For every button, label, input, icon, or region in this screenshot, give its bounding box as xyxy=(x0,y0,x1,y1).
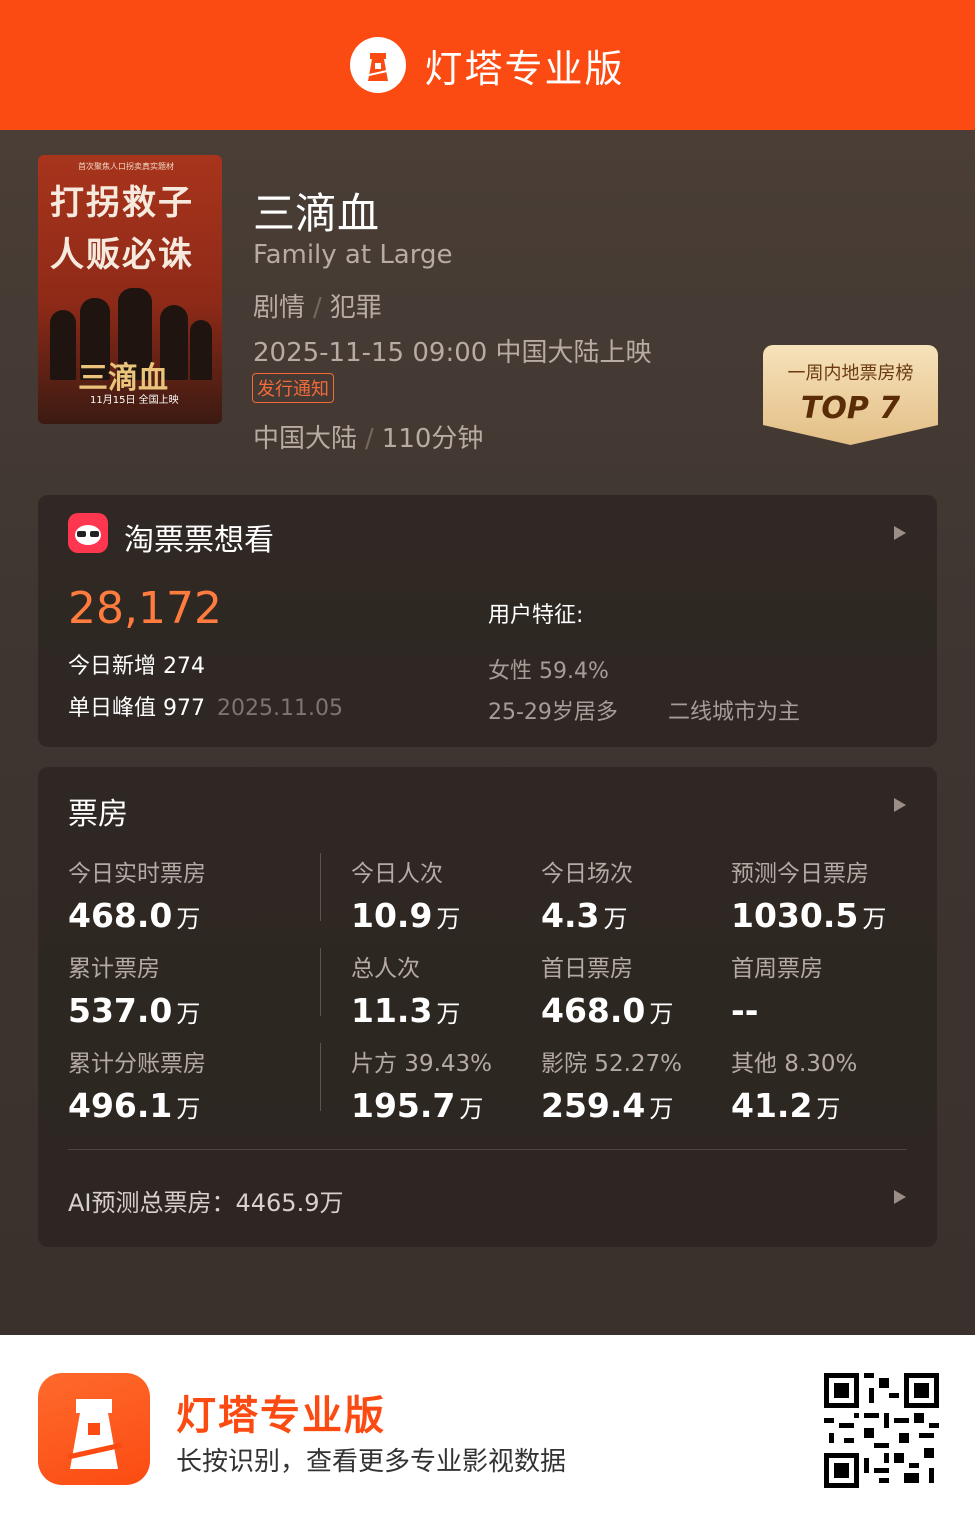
stat-total-admissions: 总人次 11.3 万 xyxy=(351,956,461,1030)
badge-label: 一周内地票房榜 xyxy=(787,363,914,384)
movie-region: 中国大陆 xyxy=(253,424,358,454)
ai-forecast-total[interactable]: AI预测总票房：4465.9万 xyxy=(68,1183,343,1218)
box-office-title: 票房 xyxy=(68,797,128,832)
divider xyxy=(320,948,321,1016)
user-gender: 女性 59.4% xyxy=(488,659,609,684)
poster-line2: 人贩必诛 xyxy=(50,235,194,275)
movie-region-duration: 中国大陆/110分钟 xyxy=(253,424,484,454)
taopiao-want-card[interactable]: 淘票票想看 28,172 今日新增 274 单日峰值 977 2025.11.05… xyxy=(38,495,937,747)
stat-today-screenings: 今日场次 4.3 万 xyxy=(541,861,633,935)
stat-today-realtime: 今日实时票房 468.0 万 xyxy=(68,861,206,935)
promo-footer: 灯塔专业版 长按识别，查看更多专业影视数据 xyxy=(0,1335,975,1522)
movie-genres: 剧情 / 犯罪 xyxy=(253,293,382,323)
stat-total-box-office: 累计票房 537.0 万 xyxy=(68,956,201,1030)
main-content: 首次聚焦人口拐卖真实题材 打拐救子 人贩必诛 三滴血 11月15日 全国上映 三… xyxy=(0,130,975,1335)
footer-app-name: 灯塔专业版 xyxy=(176,1393,386,1439)
stat-forecast-today: 预测今日票房 1030.5 万 xyxy=(731,861,887,935)
movie-english-title: Family at Large xyxy=(253,240,453,270)
movie-release: 2025-11-15 09:00 中国大陆上映 xyxy=(253,338,652,368)
stat-first-week: 首周票房 -- xyxy=(731,956,823,1030)
peak-date: 2025.11.05 xyxy=(217,696,343,721)
stat-producer-share: 片方 39.43% 195.7 万 xyxy=(351,1051,493,1125)
today-new: 今日新增 274 xyxy=(68,654,205,679)
divider xyxy=(320,1043,321,1111)
badge-rank: TOP 7 xyxy=(800,391,901,426)
peak-value: 单日峰值 977 xyxy=(68,696,205,721)
chevron-right-icon[interactable] xyxy=(894,798,906,812)
daily-peak: 单日峰值 977 2025.11.05 xyxy=(68,690,343,722)
user-city: 二线城市为主 xyxy=(668,700,801,725)
taopiao-icon xyxy=(68,513,108,553)
taopiao-title: 淘票票想看 xyxy=(124,523,274,558)
divider xyxy=(68,1149,907,1150)
movie-poster[interactable]: 首次聚焦人口拐卖真实题材 打拐救子 人贩必诛 三滴血 11月15日 全国上映 xyxy=(38,155,222,424)
user-age: 25-29岁居多 xyxy=(488,700,618,725)
qr-code-icon[interactable] xyxy=(824,1373,939,1488)
lighthouse-app-icon xyxy=(38,1373,150,1485)
chevron-right-icon[interactable] xyxy=(894,1190,906,1204)
stat-cinema-share: 影院 52.27% 259.4 万 xyxy=(541,1051,683,1125)
movie-title: 三滴血 xyxy=(253,189,380,238)
genre-tag: 剧情 xyxy=(253,293,306,323)
stat-split-box-office: 累计分账票房 496.1 万 xyxy=(68,1051,206,1125)
footer-description: 长按识别，查看更多专业影视数据 xyxy=(176,1447,567,1477)
lighthouse-logo-icon xyxy=(350,37,407,93)
user-features-label: 用户特征: xyxy=(488,603,584,628)
chevron-right-icon[interactable] xyxy=(894,526,906,540)
box-office-card[interactable]: 票房 今日实时票房 468.0 万 今日人次 10.9 万 今日场次 4.3 万 预测… xyxy=(38,767,937,1247)
stat-first-day: 首日票房 468.0 万 xyxy=(541,956,674,1030)
stat-other-share: 其他 8.30% 41.2 万 xyxy=(731,1051,858,1125)
stat-today-admissions: 今日人次 10.9 万 xyxy=(351,861,461,935)
movie-duration: 110分钟 xyxy=(381,424,484,454)
genre-tag: 犯罪 xyxy=(329,293,382,323)
ranking-badge[interactable]: 一周内地票房榜 TOP 7 xyxy=(763,345,938,445)
divider xyxy=(320,853,321,921)
release-notice-tag[interactable]: 发行通知 xyxy=(252,373,334,403)
app-header: 灯塔专业版 xyxy=(0,0,975,130)
poster-line1: 打拐救子 xyxy=(50,183,194,223)
app-title: 灯塔专业版 xyxy=(424,46,625,91)
poster-date: 11月15日 全国上映 xyxy=(90,395,179,406)
poster-tagline: 首次聚焦人口拐卖真实题材 xyxy=(78,162,174,171)
want-count: 28,172 xyxy=(68,583,222,634)
